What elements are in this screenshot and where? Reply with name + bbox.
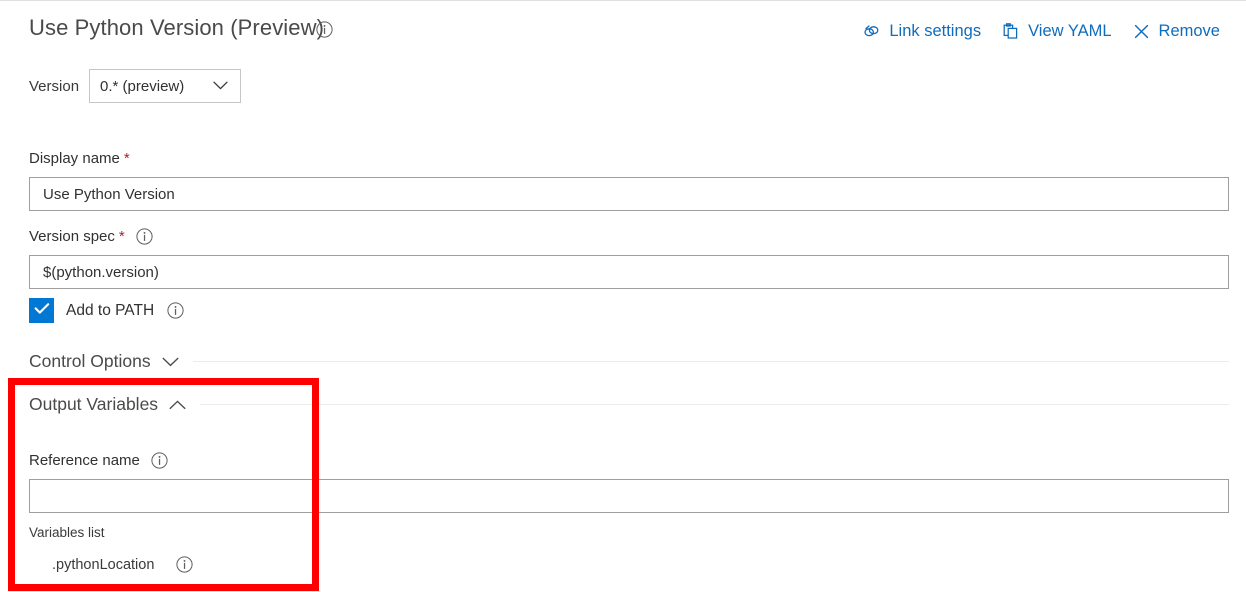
reference-name-label: Reference name bbox=[29, 452, 168, 469]
task-header: Use Python Version (Preview) Link settin… bbox=[0, 15, 1246, 61]
section-control-options-title: Control Options bbox=[29, 351, 151, 372]
section-control-options[interactable]: Control Options bbox=[29, 351, 1229, 372]
close-x-icon bbox=[1132, 22, 1151, 41]
section-output-variables-title: Output Variables bbox=[29, 394, 158, 415]
required-marker: * bbox=[124, 150, 130, 167]
version-spec-label-text: Version spec bbox=[29, 228, 115, 245]
clipboard-icon bbox=[1001, 22, 1020, 41]
variable-name: .pythonLocation bbox=[52, 557, 154, 573]
version-dropdown-value: 0.* (preview) bbox=[90, 78, 184, 95]
view-yaml-label: View YAML bbox=[1028, 22, 1111, 41]
version-row: Version 0.* (preview) bbox=[29, 69, 241, 103]
section-divider bbox=[200, 404, 1229, 405]
info-icon[interactable] bbox=[167, 302, 184, 319]
variables-list-label: Variables list bbox=[29, 525, 105, 540]
chevron-down-icon bbox=[162, 357, 179, 367]
link-settings-button[interactable]: Link settings bbox=[852, 18, 991, 45]
version-spec-label: Version spec * bbox=[29, 228, 153, 245]
info-icon[interactable] bbox=[176, 556, 193, 573]
list-item: .pythonLocation bbox=[52, 556, 193, 573]
page-title: Use Python Version (Preview) bbox=[29, 15, 324, 41]
required-marker: * bbox=[119, 228, 125, 245]
version-spec-input[interactable] bbox=[29, 255, 1229, 289]
section-output-variables[interactable]: Output Variables bbox=[29, 394, 1229, 415]
task-editor-pane: Use Python Version (Preview) Link settin… bbox=[0, 0, 1246, 592]
chevron-down-icon bbox=[213, 77, 228, 95]
link-settings-label: Link settings bbox=[889, 22, 981, 41]
link-chain-icon bbox=[862, 22, 881, 41]
add-to-path-row: Add to PATH bbox=[29, 298, 184, 323]
checkmark-icon bbox=[34, 302, 50, 320]
add-to-path-label: Add to PATH bbox=[66, 302, 154, 320]
version-dropdown[interactable]: 0.* (preview) bbox=[89, 69, 241, 103]
reference-name-input[interactable] bbox=[29, 479, 1229, 513]
header-actions: Link settings View YAML bbox=[852, 18, 1230, 45]
display-name-label: Display name * bbox=[29, 150, 130, 167]
info-icon[interactable] bbox=[316, 21, 333, 38]
info-icon[interactable] bbox=[151, 452, 168, 469]
display-name-label-text: Display name bbox=[29, 150, 120, 167]
version-label: Version bbox=[29, 78, 79, 95]
info-icon[interactable] bbox=[136, 228, 153, 245]
add-to-path-checkbox[interactable] bbox=[29, 298, 54, 323]
view-yaml-button[interactable]: View YAML bbox=[991, 18, 1121, 45]
remove-button[interactable]: Remove bbox=[1122, 18, 1230, 45]
display-name-input[interactable] bbox=[29, 177, 1229, 211]
section-divider bbox=[193, 361, 1229, 362]
remove-label: Remove bbox=[1159, 22, 1220, 41]
chevron-up-icon bbox=[169, 400, 186, 410]
reference-name-label-text: Reference name bbox=[29, 452, 140, 469]
